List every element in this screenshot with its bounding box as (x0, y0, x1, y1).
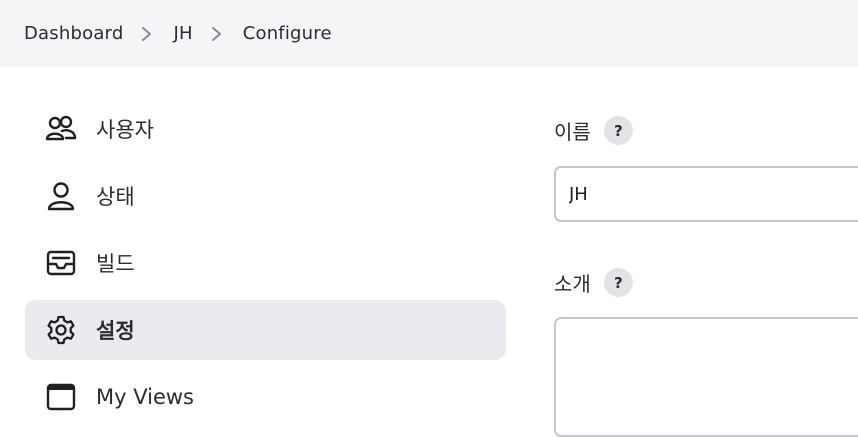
sidebar-item-label: 사용자 (96, 118, 154, 142)
sidebar-item-label: 설정 (96, 319, 135, 343)
sidebar-item-people[interactable]: 사용자 (25, 99, 506, 159)
chevron-right-icon (133, 24, 161, 44)
sidebar-item-label: 상태 (96, 185, 135, 209)
sidebar-item-builds[interactable]: 빌드 (25, 233, 506, 293)
sidebar: 사용자 상태 빌드 설정 My Views (25, 99, 506, 434)
description-field[interactable] (554, 317, 858, 437)
sidebar-item-label: 빌드 (96, 252, 135, 276)
sidebar-item-my-views[interactable]: My Views (25, 367, 506, 427)
configure-form: 이름 ? 소개 ? (554, 0, 858, 437)
description-field-label-row: 소개 ? (554, 268, 633, 297)
people-icon (45, 113, 77, 145)
help-icon[interactable]: ? (603, 268, 633, 297)
window-icon (45, 381, 77, 413)
name-field-label-row: 이름 ? (554, 116, 633, 145)
help-icon[interactable]: ? (603, 116, 633, 145)
breadcrumb-user[interactable]: JH (173, 23, 192, 44)
person-icon (45, 180, 77, 212)
description-field-label: 소개 (554, 272, 591, 296)
breadcrumb-dashboard[interactable]: Dashboard (24, 23, 123, 44)
name-field[interactable] (554, 166, 858, 222)
inbox-icon (45, 247, 77, 279)
sidebar-item-settings[interactable]: 설정 (25, 300, 506, 360)
gear-icon (45, 314, 77, 346)
chevron-right-icon (203, 24, 231, 44)
sidebar-item-label: My Views (96, 385, 194, 409)
breadcrumb-configure[interactable]: Configure (243, 23, 332, 44)
sidebar-item-status[interactable]: 상태 (25, 166, 506, 226)
name-field-label: 이름 (554, 120, 591, 144)
